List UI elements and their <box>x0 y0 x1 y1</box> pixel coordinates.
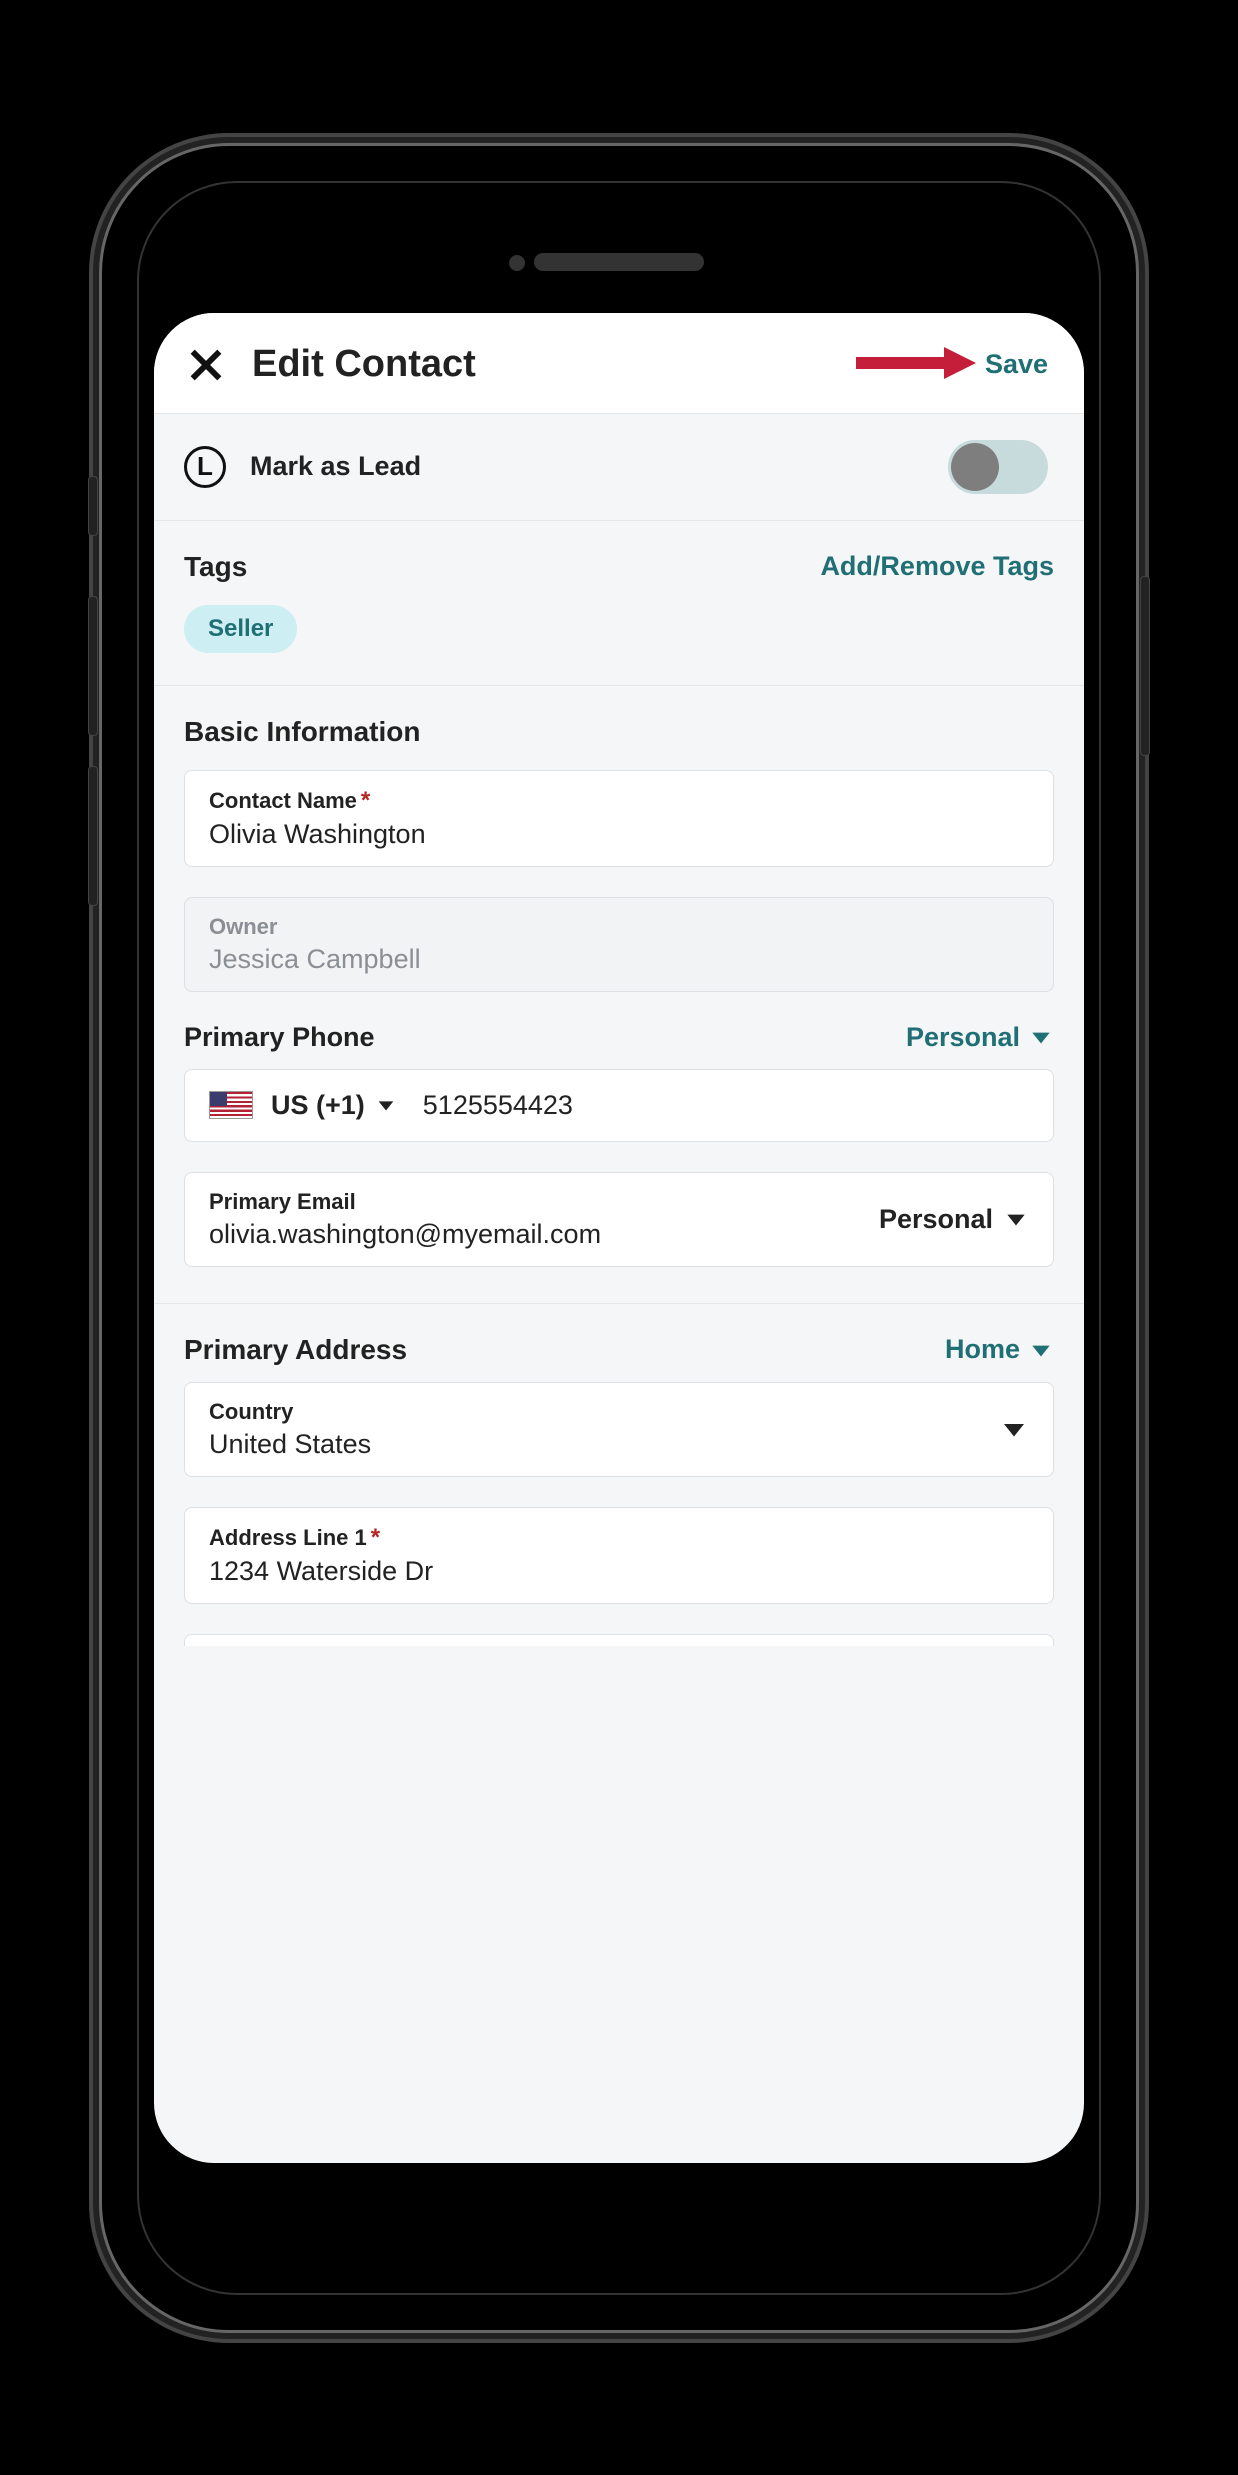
basic-info-header: Basic Information <box>184 716 1054 748</box>
next-field-peek <box>184 1634 1054 1646</box>
country-field[interactable]: Country United States <box>184 1382 1054 1477</box>
basic-info-title: Basic Information <box>184 716 420 748</box>
close-icon <box>186 345 226 385</box>
contact-name-label: Contact Name* <box>209 787 1029 815</box>
owner-value: Jessica Campbell <box>209 944 1029 975</box>
mark-as-lead-label: Mark as Lead <box>250 451 948 482</box>
phone-frame: Edit Contact Save L Mark as Lead Tags <box>99 143 1139 2333</box>
address-line-1-field[interactable]: Address Line 1* <box>184 1507 1054 1604</box>
primary-email-type-select[interactable]: Personal <box>879 1204 1029 1235</box>
phone-side-button <box>88 596 98 736</box>
country-code-value: US (+1) <box>271 1090 365 1121</box>
mark-as-lead-toggle[interactable] <box>948 440 1048 494</box>
tags-header: Tags Add/Remove Tags <box>184 551 1054 583</box>
phone-number-input[interactable] <box>423 1090 1029 1121</box>
primary-email-label: Primary Email <box>209 1189 863 1215</box>
contact-name-field[interactable]: Contact Name* <box>184 770 1054 867</box>
owner-field: Owner Jessica Campbell <box>184 897 1054 992</box>
toggle-knob <box>951 443 999 491</box>
primary-phone-type-label: Personal <box>906 1022 1020 1053</box>
country-code-select[interactable]: US (+1) <box>271 1090 397 1121</box>
add-remove-tags-button[interactable]: Add/Remove Tags <box>820 551 1054 582</box>
primary-address-type-label: Home <box>945 1334 1020 1365</box>
tags-section: Tags Add/Remove Tags Seller <box>154 521 1084 686</box>
primary-address-title: Primary Address <box>184 1334 407 1366</box>
primary-address-type-select[interactable]: Home <box>945 1334 1054 1365</box>
page-title: Edit Contact <box>252 343 985 386</box>
country-label: Country <box>209 1399 999 1425</box>
phone-side-button <box>1140 576 1150 756</box>
phone-speaker <box>534 253 704 271</box>
app-screen: Edit Contact Save L Mark as Lead Tags <box>154 313 1084 2163</box>
close-button[interactable] <box>184 343 228 387</box>
primary-phone-field[interactable]: US (+1) <box>184 1069 1054 1142</box>
phone-camera <box>509 255 525 271</box>
primary-phone-header: Primary Phone Personal <box>184 1022 1054 1053</box>
chevron-down-icon <box>1028 1337 1054 1363</box>
phone-side-button <box>88 766 98 906</box>
country-value: United States <box>209 1429 999 1460</box>
primary-email-input[interactable] <box>209 1219 863 1250</box>
lead-icon: L <box>184 446 226 488</box>
chevron-down-icon <box>375 1094 397 1116</box>
primary-address-header: Primary Address Home <box>184 1334 1054 1366</box>
primary-phone-type-select[interactable]: Personal <box>906 1022 1054 1053</box>
us-flag-icon <box>209 1091 253 1119</box>
phone-side-button <box>88 476 98 536</box>
save-button[interactable]: Save <box>985 349 1048 380</box>
primary-address-section: Primary Address Home Country United Stat… <box>154 1304 1084 1652</box>
tags-title: Tags <box>184 551 247 583</box>
chevron-down-icon <box>1003 1206 1029 1232</box>
tag-chip-seller[interactable]: Seller <box>184 605 297 653</box>
header-bar: Edit Contact Save <box>154 313 1084 414</box>
address-line-1-input[interactable] <box>209 1556 1029 1587</box>
basic-info-section: Basic Information Contact Name* Owner Je… <box>154 686 1084 1304</box>
mark-as-lead-row: L Mark as Lead <box>154 414 1084 521</box>
chevron-down-icon <box>999 1414 1029 1444</box>
address-line-1-label: Address Line 1* <box>209 1524 1029 1552</box>
owner-label: Owner <box>209 914 1029 940</box>
primary-email-type-label: Personal <box>879 1204 993 1235</box>
primary-email-field[interactable]: Primary Email Personal <box>184 1172 1054 1267</box>
phone-bezel: Edit Contact Save L Mark as Lead Tags <box>137 181 1101 2295</box>
contact-name-input[interactable] <box>209 819 1029 850</box>
primary-phone-label: Primary Phone <box>184 1022 375 1053</box>
chevron-down-icon <box>1028 1024 1054 1050</box>
